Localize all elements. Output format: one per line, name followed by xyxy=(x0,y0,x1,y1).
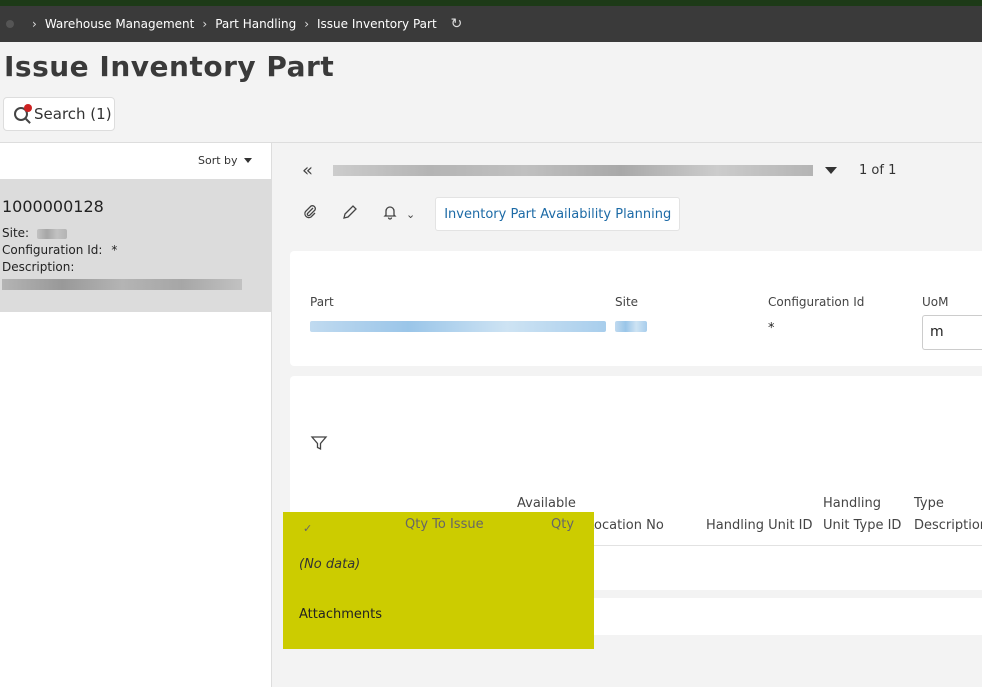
column-type-description-top: Type xyxy=(914,496,944,511)
redacted-description-value xyxy=(2,279,242,290)
configuration-id-label: Configuration Id xyxy=(768,295,865,309)
refresh-icon[interactable]: ↻ xyxy=(451,16,463,32)
column-available-qty[interactable]: Qty xyxy=(551,517,574,532)
inventory-part-availability-planning-button[interactable]: Inventory Part Availability Planning xyxy=(435,197,681,231)
breadcrumb-issue-inventory-part[interactable]: Issue Inventory Part xyxy=(317,17,437,31)
redacted-record-title xyxy=(333,164,814,176)
record-site-row: Site: xyxy=(2,225,272,242)
record-config-label: Configuration Id: xyxy=(2,243,103,257)
grid-empty-text: (No data) xyxy=(299,557,361,572)
part-field: Part xyxy=(310,295,606,332)
search-active-badge xyxy=(24,104,32,112)
home-icon[interactable] xyxy=(6,20,14,28)
site-field: Site xyxy=(615,295,647,332)
attachments-label[interactable]: Attachments xyxy=(299,607,382,622)
column-handling-unit-type-top: Handling xyxy=(823,496,881,511)
record-description-label: Description: xyxy=(2,260,75,274)
breadcrumb-part-handling[interactable]: Part Handling xyxy=(215,17,296,31)
redacted-site-value xyxy=(37,228,68,239)
record-dropdown-icon[interactable] xyxy=(825,166,838,174)
record-id: 1000000128 xyxy=(2,197,104,216)
uom-input[interactable]: m xyxy=(922,315,982,350)
record-site-label: Site: xyxy=(2,226,30,240)
chevron-right-icon: › xyxy=(202,17,208,31)
chevron-right-icon: › xyxy=(32,17,37,31)
pencil-icon[interactable] xyxy=(342,204,358,224)
highlighted-region: ✓ Qty To Issue Qty (No data) Attachments xyxy=(283,512,594,649)
search-button-label: Search (1) xyxy=(34,105,112,123)
column-qty-to-issue[interactable]: Qty To Issue xyxy=(405,517,484,532)
record-config-value: * xyxy=(111,243,118,257)
column-handling-unit-type-id[interactable]: Unit Type ID xyxy=(823,515,901,536)
configuration-id-value: * xyxy=(768,321,775,336)
header-card: Part Site Configuration Id * UoM m xyxy=(290,251,982,366)
double-chevron-left-icon[interactable]: « xyxy=(302,160,313,181)
part-label: Part xyxy=(310,295,334,309)
record-list-panel: Sort by 1000000128 Site: Configuration I… xyxy=(0,143,272,687)
command-toolbar: ⌄ Inventory Part Availability Planning xyxy=(302,197,681,231)
column-available-qty-top: Available xyxy=(517,496,576,511)
sort-by-label: Sort by xyxy=(198,153,238,167)
chevron-down-icon[interactable]: ⌄ xyxy=(406,208,415,221)
column-type-description[interactable]: Description xyxy=(914,515,982,536)
breadcrumb: › Warehouse Management › Part Handling ›… xyxy=(0,6,982,42)
breadcrumb-warehouse-management[interactable]: Warehouse Management xyxy=(45,17,195,31)
filter-icon[interactable] xyxy=(310,434,328,456)
chevron-right-icon: › xyxy=(304,17,309,31)
redacted-part-link[interactable] xyxy=(310,321,606,332)
search-button[interactable]: Search (1) xyxy=(3,97,115,131)
record-config-row: Configuration Id: * xyxy=(2,242,272,259)
redacted-site-link[interactable] xyxy=(615,321,647,332)
configuration-id-field: Configuration Id * xyxy=(768,295,864,336)
bell-icon[interactable] xyxy=(382,204,398,224)
paperclip-icon[interactable] xyxy=(302,204,318,224)
sort-by-button[interactable]: Sort by xyxy=(190,151,260,169)
site-label: Site xyxy=(615,295,639,309)
column-handling-unit-id[interactable]: Handling Unit ID xyxy=(706,515,813,536)
record-description-row: Description: xyxy=(2,259,272,276)
column-location-no[interactable]: Location No xyxy=(587,515,664,536)
select-all-checkmark-icon[interactable]: ✓ xyxy=(303,522,312,535)
uom-label: UoM xyxy=(922,295,949,309)
caret-down-icon xyxy=(243,157,252,163)
record-count: 1 of 1 xyxy=(859,162,897,178)
uom-field: UoM xyxy=(922,295,948,309)
record-navigator: « 1 of 1 xyxy=(302,160,982,181)
page-title: Issue Inventory Part xyxy=(4,50,335,83)
list-item[interactable]: 1000000128 Site: Configuration Id: * Des… xyxy=(0,179,272,312)
